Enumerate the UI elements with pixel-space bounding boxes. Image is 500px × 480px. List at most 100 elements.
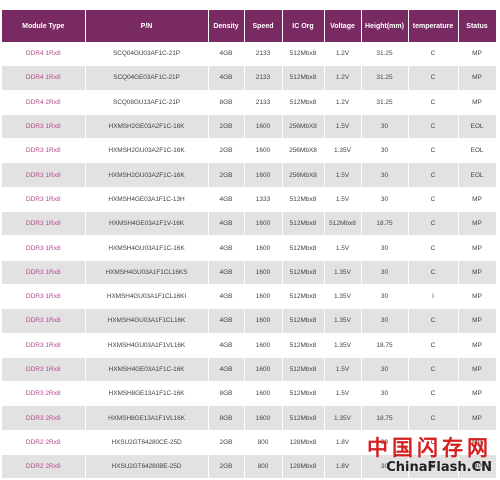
cell-status: EOL (458, 114, 497, 140)
cell-pn: HXMSH4GU03A1F1CL16KS (85, 260, 209, 285)
table-row: DDR3 2Rx8 HXMSH8GE13A1F1VL16K 8GB 1600 512Mb… (2, 405, 497, 431)
table-row: DDR3 1Rx8 HXMSH4GU03A1F1CL16KS 4GB 1600 512M… (2, 260, 497, 285)
cell-pn: HXMSH8GE13A1F1C-16K (85, 381, 209, 407)
cell-pn: HXSU2GT64280CE-25D (85, 430, 209, 456)
cell-ic-org: 256MbX8 (282, 138, 325, 164)
cell-density: 4GB (208, 211, 245, 237)
cell-density: 2GB (208, 454, 245, 480)
cell-height: 30 (361, 187, 409, 213)
cell-temperature: C (408, 90, 459, 115)
memory-module-table: Module Type P/N Density Speed IC Org Voltage H… (2, 10, 497, 480)
cell-speed: 2133 (244, 65, 283, 91)
cell-height: 30 (361, 357, 409, 383)
cell-ic-org: 512Mbx8 (282, 405, 325, 431)
cell-temperature: C (408, 211, 459, 237)
cell-speed: 1600 (244, 308, 283, 334)
cell-pn: HXMSH2GE03A2F1C-16K (85, 114, 209, 140)
cell-pn: HXMSH4GE03A1F1V-16K (85, 211, 209, 237)
cell-pn: SCQ08GU13AF1C-21P (85, 90, 209, 115)
cell-density: 2GB (208, 114, 245, 140)
table-row: DDR3 1Rx8 HXMSH2GE03A2F1C-16K 2GB 1600 256Mb… (2, 114, 497, 140)
cell-module-type: DDR3 1Rx8 (2, 187, 86, 213)
table-row: DDR3 2Rx8 HXMSH8GE13A1F1C-16K 8GB 1600 512Mb… (2, 381, 497, 407)
cell-density: 4GB (208, 65, 245, 91)
cell-voltage: 1.2V (324, 42, 362, 67)
cell-temperature: I (408, 284, 459, 310)
cell-pn: HXMSH4GU03A1F1VL16K (85, 333, 209, 358)
header-pn: P/N (85, 10, 209, 42)
cell-density: 2GB (208, 138, 245, 164)
cell-ic-org: 512Mbx8 (282, 90, 325, 115)
header-temperature: temperature (408, 10, 459, 42)
cell-module-type: DDR3 1Rx8 (2, 308, 86, 334)
cell-status: MP (458, 187, 497, 213)
cell-pn: HXMSH4GU03A1F1C-16K (85, 235, 209, 261)
header-density: Density (208, 10, 245, 42)
cell-status: MP (458, 357, 497, 383)
cell-status: MP (458, 90, 497, 115)
cell-status: MP (458, 284, 497, 310)
cell-voltage: 1.35V (324, 284, 362, 310)
watermark-english-text: ChinaFlash.CN (386, 460, 492, 475)
table-row: DDR3 1Rx8 HXMSH4GE03A1F1V-16K 4GB 1600 512Mb… (2, 211, 497, 237)
cell-height: 31.25 (361, 65, 409, 91)
cell-temperature: C (408, 381, 459, 407)
cell-module-type: DDR3 1Rx8 (2, 260, 86, 285)
table-row: DDR3 1Rx8 HXMSH4GE03A1F1C-16K 4GB 1600 512Mb… (2, 357, 497, 383)
cell-density: 2GB (208, 430, 245, 456)
cell-density: 4GB (208, 333, 245, 358)
cell-status: MP (458, 308, 497, 334)
cell-module-type: DDR3 1Rx8 (2, 162, 86, 188)
cell-module-type: DDR3 1Rx8 (2, 333, 86, 358)
cell-speed: 1333 (244, 187, 283, 213)
cell-density: 4GB (208, 235, 245, 261)
cell-height: 30 (361, 381, 409, 407)
cell-pn: SCQ04GE03AF1C-21P (85, 65, 209, 91)
cell-module-type: DDR2 2Rx8 (2, 454, 86, 480)
cell-density: 4GB (208, 187, 245, 213)
table-row: DDR3 1Rx8 HXMSH4GU03A1F1CL16K 4GB 1600 512Mb… (2, 308, 497, 334)
cell-height: 30 (361, 162, 409, 188)
cell-module-type: DDR4 1Rx8 (2, 65, 86, 91)
cell-temperature: C (408, 162, 459, 188)
cell-status: EOL (458, 162, 497, 188)
cell-height: 31.25 (361, 42, 409, 67)
cell-temperature: C (408, 187, 459, 213)
table-row: DDR3 1Rx8 HXMSH4GE03A1F1C-13H 4GB 1333 512Mb… (2, 187, 497, 213)
cell-status: MP (458, 405, 497, 431)
cell-module-type: DDR2 2Rx8 (2, 430, 86, 456)
cell-module-type: DDR3 2Rx8 (2, 405, 86, 431)
cell-module-type: DDR3 1Rx8 (2, 357, 86, 383)
table-row: DDR3 1Rx8 HXMSH4GU03A1F1C-16K 4GB 1600 512Mb… (2, 235, 497, 261)
cell-speed: 1600 (244, 211, 283, 237)
header-module-type: Module Type (2, 10, 86, 42)
cell-temperature: C (408, 42, 459, 67)
cell-height: 30 (361, 260, 409, 285)
cell-ic-org: 512Mbx8 (282, 284, 325, 310)
cell-pn: SCQ04GU03AF1C-21P (85, 42, 209, 67)
table-row: DDR3 1Rx8 HXMSH2GU03A2F1C-16K 2GB 1600 256Mb… (2, 138, 497, 164)
cell-status: MP (458, 211, 497, 237)
cell-status: MP (458, 260, 497, 285)
cell-height: 18.75 (361, 211, 409, 237)
cell-density: 8GB (208, 381, 245, 407)
cell-speed: 1600 (244, 162, 283, 188)
cell-speed: 1600 (244, 405, 283, 431)
cell-ic-org: 512Mbx8 (282, 187, 325, 213)
cell-density: 4GB (208, 284, 245, 310)
cell-density: 4GB (208, 308, 245, 334)
cell-status: MP (458, 333, 497, 358)
cell-temperature: C (408, 333, 459, 358)
table-row: DDR3 1Rx8 HXMSH4GU03A1F1VL16K 4GB 1600 512Mb… (2, 333, 497, 358)
cell-density: 8GB (208, 90, 245, 115)
cell-voltage: 1.35V (324, 308, 362, 334)
cell-density: 4GB (208, 260, 245, 285)
header-height: Height(mm) (361, 10, 409, 42)
cell-speed: 1600 (244, 357, 283, 383)
header-status: Status (458, 10, 497, 42)
cell-pn: HXMSH4GU03A1F1CL16K (85, 308, 209, 334)
cell-ic-org: 512Mbx8 (282, 357, 325, 383)
cell-speed: 800 (244, 430, 283, 456)
table-header-row: Module Type P/N Density Speed IC Org Voltage H… (2, 10, 497, 42)
table-row: DDR4 2Rx8 SCQ08GU13AF1C-21P 8GB 2133 512Mbx8… (2, 90, 497, 115)
